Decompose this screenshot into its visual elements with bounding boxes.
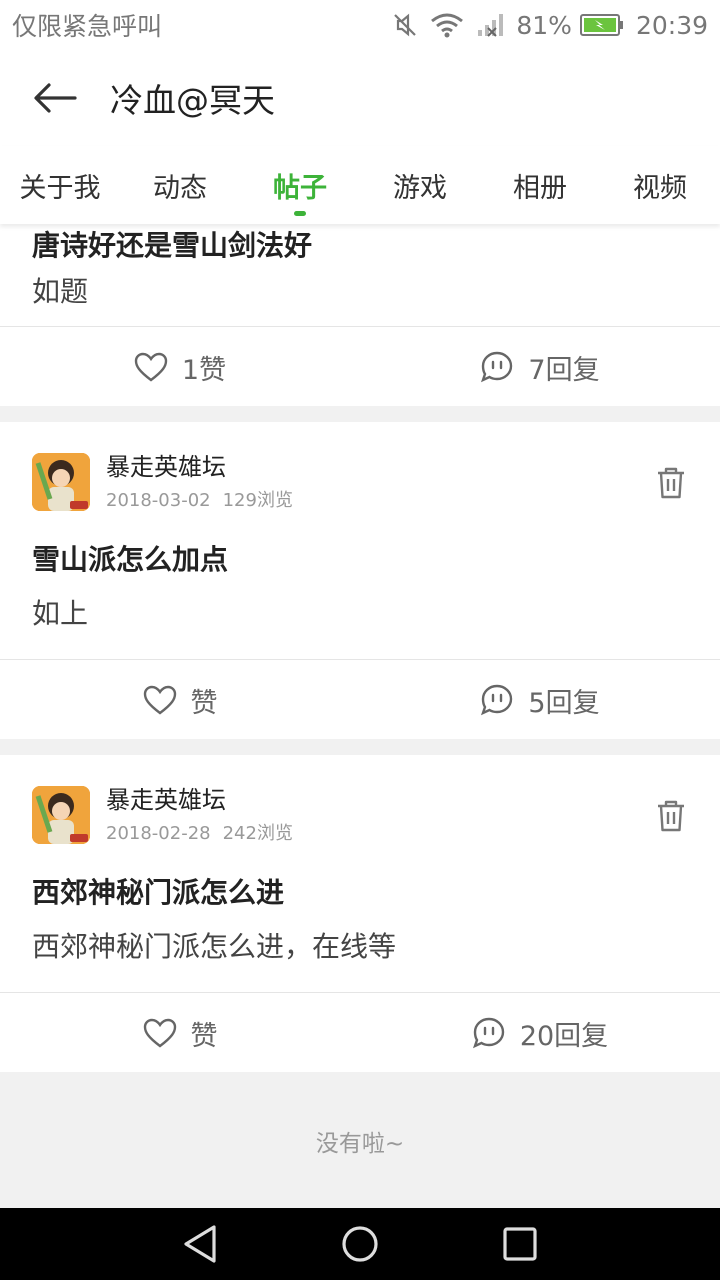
circle-home-icon bbox=[342, 1226, 378, 1262]
view-count: 242浏览 bbox=[222, 823, 293, 844]
post-author[interactable]: 暴走英雄坛 2018-03-02 129浏览 bbox=[32, 452, 293, 512]
like-count: 赞 bbox=[190, 687, 218, 719]
post-title: 唐诗好还是雪山剑法好 bbox=[32, 229, 313, 262]
battery-percent: 81% bbox=[516, 10, 572, 40]
post-author[interactable]: 暴走英雄坛 2018-02-28 242浏览 bbox=[32, 785, 293, 845]
heart-icon bbox=[143, 685, 176, 715]
trash-icon bbox=[658, 800, 684, 832]
post-actions: 赞 20回复 bbox=[0, 992, 720, 1072]
tab-label: 动态 bbox=[153, 172, 207, 204]
post-date: 2018-02-28 bbox=[106, 823, 211, 844]
post-body: 如题 bbox=[32, 275, 89, 308]
author-name: 暴走英雄坛 bbox=[106, 786, 226, 814]
view-count: 129浏览 bbox=[222, 490, 293, 511]
triangle-back-icon bbox=[184, 1225, 216, 1263]
square-recents-icon bbox=[503, 1227, 537, 1261]
tab-album[interactable]: 相册 bbox=[480, 146, 600, 224]
end-of-list-text: 没有啦~ bbox=[315, 1131, 405, 1157]
like-button[interactable]: 1赞 bbox=[0, 327, 360, 407]
avatar[interactable] bbox=[32, 786, 90, 844]
app-header: 冷血@冥天 bbox=[0, 50, 720, 146]
reply-count: 7回复 bbox=[528, 354, 600, 386]
reply-count: 20回复 bbox=[519, 1020, 609, 1052]
tab-about-me[interactable]: 关于我 bbox=[0, 146, 120, 224]
clock: 20:39 bbox=[635, 10, 708, 40]
comment-icon bbox=[481, 684, 513, 716]
emergency-calls-only-text: 仅限紧急呼叫 bbox=[12, 12, 163, 41]
post-title: 西郊神秘门派怎么进 bbox=[32, 876, 285, 909]
post-actions: 赞 5回复 bbox=[0, 659, 720, 739]
signal-icon bbox=[476, 12, 504, 38]
delete-button[interactable] bbox=[656, 466, 686, 500]
tab-label: 帖子 bbox=[273, 172, 327, 204]
post-card[interactable]: 暴走英雄坛 2018-03-02 129浏览 雪山派怎么加点 如上 赞 5回复 bbox=[0, 422, 720, 739]
reply-button[interactable]: 7回复 bbox=[360, 327, 720, 407]
page-title: 冷血@冥天 bbox=[110, 81, 275, 120]
post-card[interactable]: 暴走英雄坛 2018-02-28 242浏览 西郊神秘门派怎么进 西郊神秘门派怎么… bbox=[0, 755, 720, 1072]
system-nav-bar bbox=[0, 1208, 720, 1280]
tab-label: 视频 bbox=[633, 172, 687, 204]
reply-button[interactable]: 20回复 bbox=[360, 993, 720, 1073]
heart-icon bbox=[134, 352, 168, 382]
post-title: 雪山派怎么加点 bbox=[32, 543, 229, 576]
status-bar: 仅限紧急呼叫 81% 20:39 bbox=[0, 0, 720, 50]
nav-home-button[interactable] bbox=[320, 1208, 400, 1280]
avatar[interactable] bbox=[32, 453, 90, 511]
comment-icon bbox=[472, 1017, 505, 1049]
tab-videos[interactable]: 视频 bbox=[600, 146, 720, 224]
like-button[interactable]: 赞 bbox=[0, 993, 360, 1073]
tab-activity[interactable]: 动态 bbox=[120, 146, 240, 224]
reply-button[interactable]: 5回复 bbox=[360, 660, 720, 740]
tab-label: 游戏 bbox=[393, 172, 447, 204]
wifi-icon bbox=[430, 12, 464, 38]
like-count: 1赞 bbox=[181, 354, 227, 386]
reply-count: 5回复 bbox=[528, 687, 600, 719]
nav-back-button[interactable] bbox=[160, 1208, 240, 1280]
post-date: 2018-03-02 bbox=[106, 490, 211, 511]
mute-icon bbox=[392, 12, 418, 38]
author-name: 暴走英雄坛 bbox=[106, 453, 226, 481]
back-button[interactable] bbox=[0, 50, 110, 146]
post-body: 如上 bbox=[32, 597, 89, 630]
posts-list[interactable]: 唐诗好还是雪山剑法好 如题 1赞 7回复 暴走英雄坛 2018-03-02 129… bbox=[0, 224, 720, 1208]
post-body: 西郊神秘门派怎么进，在线等 bbox=[32, 930, 397, 963]
battery-icon bbox=[579, 13, 624, 37]
tab-label: 相册 bbox=[513, 172, 567, 204]
delete-button[interactable] bbox=[656, 799, 686, 833]
active-tab-indicator bbox=[294, 211, 306, 216]
tab-posts[interactable]: 帖子 bbox=[240, 146, 360, 224]
like-count: 赞 bbox=[190, 1020, 218, 1052]
heart-icon bbox=[143, 1018, 176, 1048]
tab-label: 关于我 bbox=[19, 172, 101, 204]
arrow-left-icon bbox=[34, 83, 77, 113]
nav-recents-button[interactable] bbox=[480, 1208, 560, 1280]
comment-icon bbox=[481, 351, 513, 383]
like-button[interactable]: 赞 bbox=[0, 660, 360, 740]
battery-indicator: 81% bbox=[516, 11, 624, 40]
profile-tabs: 关于我 动态 帖子 游戏 相册 视频 bbox=[0, 146, 720, 224]
post-card[interactable]: 唐诗好还是雪山剑法好 如题 1赞 7回复 bbox=[0, 224, 720, 406]
trash-icon bbox=[658, 467, 684, 499]
tab-games[interactable]: 游戏 bbox=[360, 146, 480, 224]
post-actions: 1赞 7回复 bbox=[0, 326, 720, 406]
